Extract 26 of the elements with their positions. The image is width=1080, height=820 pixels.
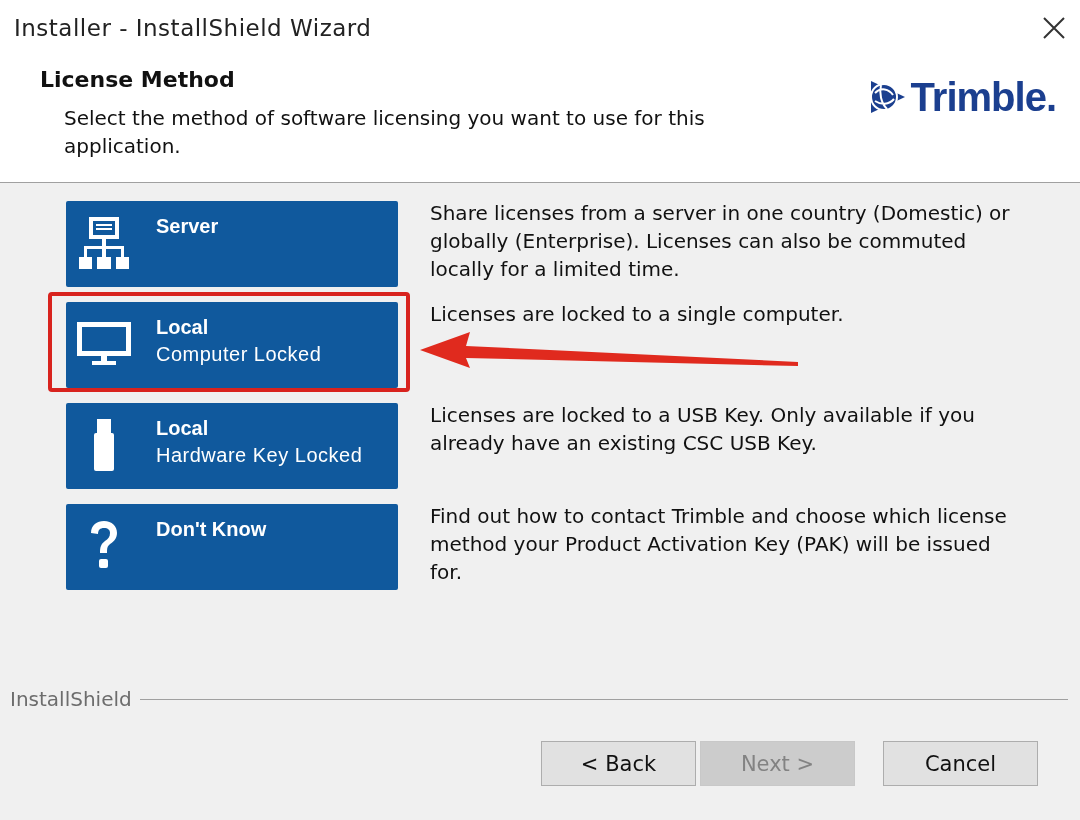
option-subtitle: Computer Locked bbox=[156, 343, 322, 366]
monitor-icon bbox=[77, 322, 131, 366]
page-subtitle: Select the method of software licensing you want to use for this application. bbox=[64, 105, 706, 160]
option-title: Local bbox=[156, 417, 210, 440]
option-description: Find out how to contact Trimble and choose which license method your Product Activation Key (PAK) will be issued for. bbox=[430, 503, 1008, 586]
question-mark-icon bbox=[89, 521, 119, 571]
page-title: License Method bbox=[40, 67, 236, 92]
installshield-label: InstallShield bbox=[10, 687, 132, 711]
wizard-button[interactable]: Cancel bbox=[883, 741, 1038, 786]
option-subtitle: Hardware Key Locked bbox=[156, 444, 363, 467]
option-button[interactable]: Local Computer Locked bbox=[66, 302, 398, 388]
usb-stick-icon bbox=[94, 419, 114, 471]
option-description: Licenses are locked to a USB Key. Only available if you already have an existing CSC USB Key. bbox=[430, 402, 976, 457]
option-description: Share licenses from a server in one country (Domestic) or globally (Enterprise). Licenses can also be commuted locally for a limited time. bbox=[430, 200, 1011, 283]
option-button[interactable]: Local Hardware Key Locked bbox=[66, 403, 398, 489]
close-icon[interactable] bbox=[1042, 15, 1066, 40]
option-description: Licenses are locked to a single computer. bbox=[430, 301, 845, 328]
option-button[interactable]: Don't Know bbox=[66, 504, 398, 590]
logo-text: Trimble. bbox=[910, 74, 1056, 120]
wizard-button[interactable]: < Back bbox=[541, 741, 696, 786]
option-title: Local bbox=[156, 316, 210, 339]
option-button[interactable]: Server bbox=[66, 201, 398, 287]
window-title: Installer - InstallShield Wizard bbox=[14, 14, 372, 41]
option-title: Don't Know bbox=[156, 518, 267, 541]
option-title: Server bbox=[156, 215, 219, 238]
network-icon bbox=[79, 215, 129, 271]
